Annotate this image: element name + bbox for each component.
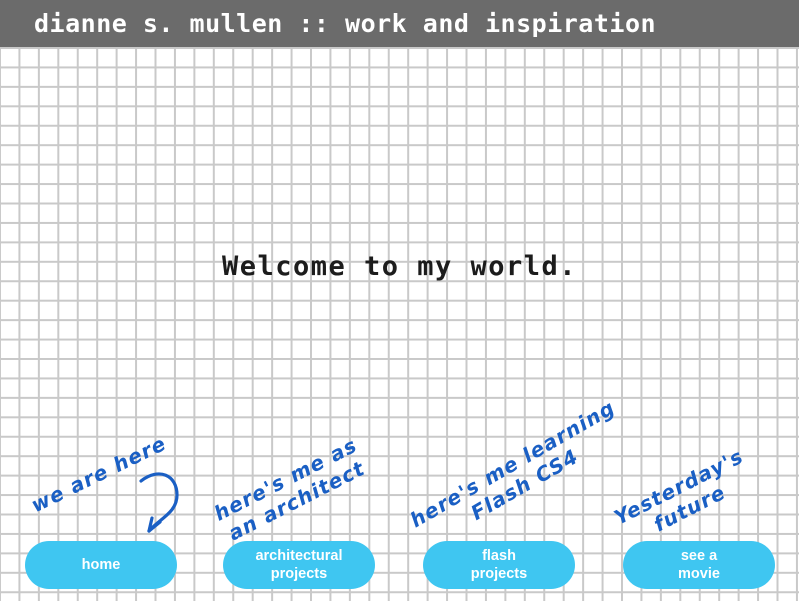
nav-button-architectural-projects[interactable]: architectural projects [223,541,375,589]
nav-button-flash-projects-line2: projects [470,566,528,582]
nav-button-see-a-movie-line1: see a [680,547,718,564]
nav-button-home-line1: home [81,556,121,573]
nav-button-home[interactable]: home [25,541,177,589]
nav-button-architectural-projects-line2: projects [270,566,328,582]
nav-button-see-a-movie[interactable]: see a movie [623,541,775,589]
site-header: dianne s. mullen :: work and inspiration [0,0,799,47]
nav-button-architectural-projects-line1: architectural [255,547,343,564]
nav-button-flash-projects-line1: flash [482,547,516,564]
graph-paper-background [0,0,799,601]
main-navigation: home architectural projects flash projec… [0,541,799,591]
site-title: dianne s. mullen :: work and inspiration [34,9,657,38]
page-title: Welcome to my world. [221,251,578,282]
nav-button-flash-projects[interactable]: flash projects [423,541,575,589]
nav-button-see-a-movie-line2: movie [678,566,720,582]
curved-arrow-icon [139,472,179,533]
page-root: dianne s. mullen :: work and inspiration… [0,0,799,601]
